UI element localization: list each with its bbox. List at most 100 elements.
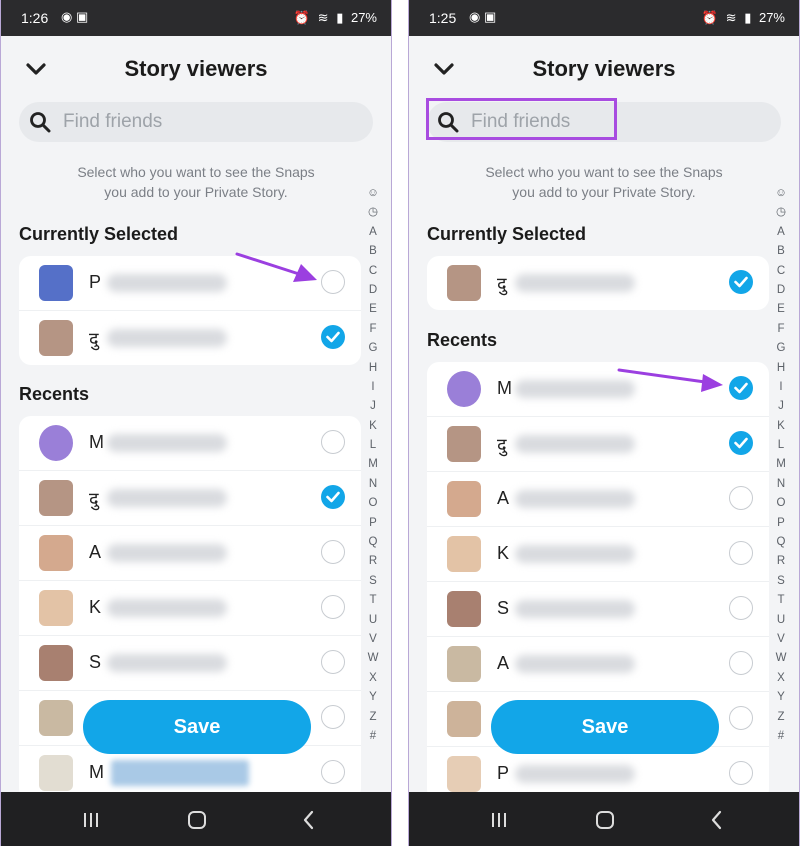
alphabet-index[interactable]: ☺ ◷ A B C D E F G H I J K L M N O P Q R …	[774, 184, 788, 746]
alpha-letter[interactable]: T	[774, 591, 788, 610]
recents-nav-icon[interactable]	[487, 808, 511, 832]
select-radio[interactable]	[729, 596, 753, 620]
select-radio-checked[interactable]	[321, 325, 345, 349]
friend-row[interactable]: दु	[427, 417, 769, 472]
clock-icon[interactable]: ◷	[774, 203, 788, 222]
select-radio[interactable]	[729, 706, 753, 730]
alpha-letter[interactable]: K	[366, 417, 380, 436]
select-radio-checked[interactable]	[729, 270, 753, 294]
alpha-letter[interactable]: F	[774, 320, 788, 339]
alpha-letter[interactable]: Z	[774, 708, 788, 727]
alpha-letter[interactable]: P	[774, 514, 788, 533]
alpha-letter[interactable]: B	[366, 242, 380, 261]
friend-row[interactable]: S	[427, 582, 769, 637]
select-radio[interactable]	[321, 270, 345, 294]
alpha-letter[interactable]: B	[774, 242, 788, 261]
alpha-letter[interactable]: #	[774, 727, 788, 746]
alpha-letter[interactable]: X	[366, 669, 380, 688]
alpha-letter[interactable]: D	[366, 281, 380, 300]
alpha-letter[interactable]: #	[366, 727, 380, 746]
select-radio[interactable]	[321, 595, 345, 619]
back-nav-icon[interactable]	[705, 808, 729, 832]
alpha-letter[interactable]: J	[366, 397, 380, 416]
alpha-letter[interactable]: Q	[366, 533, 380, 552]
home-nav-icon[interactable]	[185, 808, 209, 832]
select-radio[interactable]	[729, 541, 753, 565]
alpha-letter[interactable]: A	[774, 223, 788, 242]
friend-row[interactable]: K	[19, 581, 361, 636]
alpha-letter[interactable]: Y	[774, 688, 788, 707]
smiley-icon[interactable]: ☺	[366, 184, 380, 203]
alpha-letter[interactable]: W	[774, 649, 788, 668]
select-radio[interactable]	[321, 650, 345, 674]
friend-row[interactable]: दु	[19, 471, 361, 526]
save-button[interactable]: Save	[83, 700, 311, 754]
alpha-letter[interactable]: W	[366, 649, 380, 668]
alpha-letter[interactable]: Q	[774, 533, 788, 552]
alpha-letter[interactable]: L	[366, 436, 380, 455]
alpha-letter[interactable]: M	[774, 455, 788, 474]
alpha-letter[interactable]: S	[774, 572, 788, 591]
alpha-letter[interactable]: D	[774, 281, 788, 300]
alpha-letter[interactable]: G	[774, 339, 788, 358]
home-nav-icon[interactable]	[593, 808, 617, 832]
friend-row[interactable]: A	[19, 526, 361, 581]
select-radio[interactable]	[321, 760, 345, 784]
alpha-letter[interactable]: H	[774, 359, 788, 378]
select-radio-checked[interactable]	[321, 485, 345, 509]
select-radio[interactable]	[729, 761, 753, 785]
alpha-letter[interactable]: O	[366, 494, 380, 513]
alpha-letter[interactable]: C	[774, 262, 788, 281]
alpha-letter[interactable]: U	[774, 611, 788, 630]
select-radio[interactable]	[321, 430, 345, 454]
friend-row[interactable]: A	[427, 637, 769, 692]
alpha-letter[interactable]: K	[774, 417, 788, 436]
alpha-letter[interactable]: C	[366, 262, 380, 281]
save-button[interactable]: Save	[491, 700, 719, 754]
alpha-letter[interactable]: M	[366, 455, 380, 474]
alpha-letter[interactable]: I	[774, 378, 788, 397]
friend-row[interactable]: दु	[19, 311, 361, 365]
friend-row[interactable]: S	[19, 636, 361, 691]
select-radio[interactable]	[729, 486, 753, 510]
alpha-letter[interactable]: N	[366, 475, 380, 494]
search-input[interactable]: Find friends	[19, 102, 373, 142]
alpha-letter[interactable]: E	[366, 300, 380, 319]
alpha-letter[interactable]: L	[774, 436, 788, 455]
alpha-letter[interactable]: H	[366, 359, 380, 378]
alpha-letter[interactable]: V	[366, 630, 380, 649]
alpha-letter[interactable]: I	[366, 378, 380, 397]
alpha-letter[interactable]: V	[774, 630, 788, 649]
alpha-letter[interactable]: O	[774, 494, 788, 513]
clock-icon[interactable]: ◷	[366, 203, 380, 222]
friend-row[interactable]: A	[427, 472, 769, 527]
friend-row[interactable]: K	[427, 527, 769, 582]
alpha-letter[interactable]: U	[366, 611, 380, 630]
back-nav-icon[interactable]	[297, 808, 321, 832]
recents-nav-icon[interactable]	[79, 808, 103, 832]
select-radio[interactable]	[321, 540, 345, 564]
friend-row[interactable]: M	[19, 416, 361, 471]
alpha-letter[interactable]: T	[366, 591, 380, 610]
select-radio[interactable]	[321, 705, 345, 729]
alpha-letter[interactable]: Z	[366, 708, 380, 727]
alphabet-index[interactable]: ☺ ◷ A B C D E F G H I J K L M N O P Q R …	[366, 184, 380, 746]
alpha-letter[interactable]: J	[774, 397, 788, 416]
select-radio[interactable]	[729, 651, 753, 675]
alpha-letter[interactable]: S	[366, 572, 380, 591]
alpha-letter[interactable]: P	[366, 514, 380, 533]
alpha-letter[interactable]: G	[366, 339, 380, 358]
friend-row[interactable]: दु	[427, 256, 769, 310]
smiley-icon[interactable]: ☺	[774, 184, 788, 203]
select-radio-checked[interactable]	[729, 431, 753, 455]
alpha-letter[interactable]: E	[774, 300, 788, 319]
select-radio-checked[interactable]	[729, 376, 753, 400]
friend-initial: A	[89, 542, 102, 562]
alpha-letter[interactable]: A	[366, 223, 380, 242]
alpha-letter[interactable]: X	[774, 669, 788, 688]
alpha-letter[interactable]: F	[366, 320, 380, 339]
alpha-letter[interactable]: R	[774, 552, 788, 571]
alpha-letter[interactable]: R	[366, 552, 380, 571]
alpha-letter[interactable]: Y	[366, 688, 380, 707]
alpha-letter[interactable]: N	[774, 475, 788, 494]
